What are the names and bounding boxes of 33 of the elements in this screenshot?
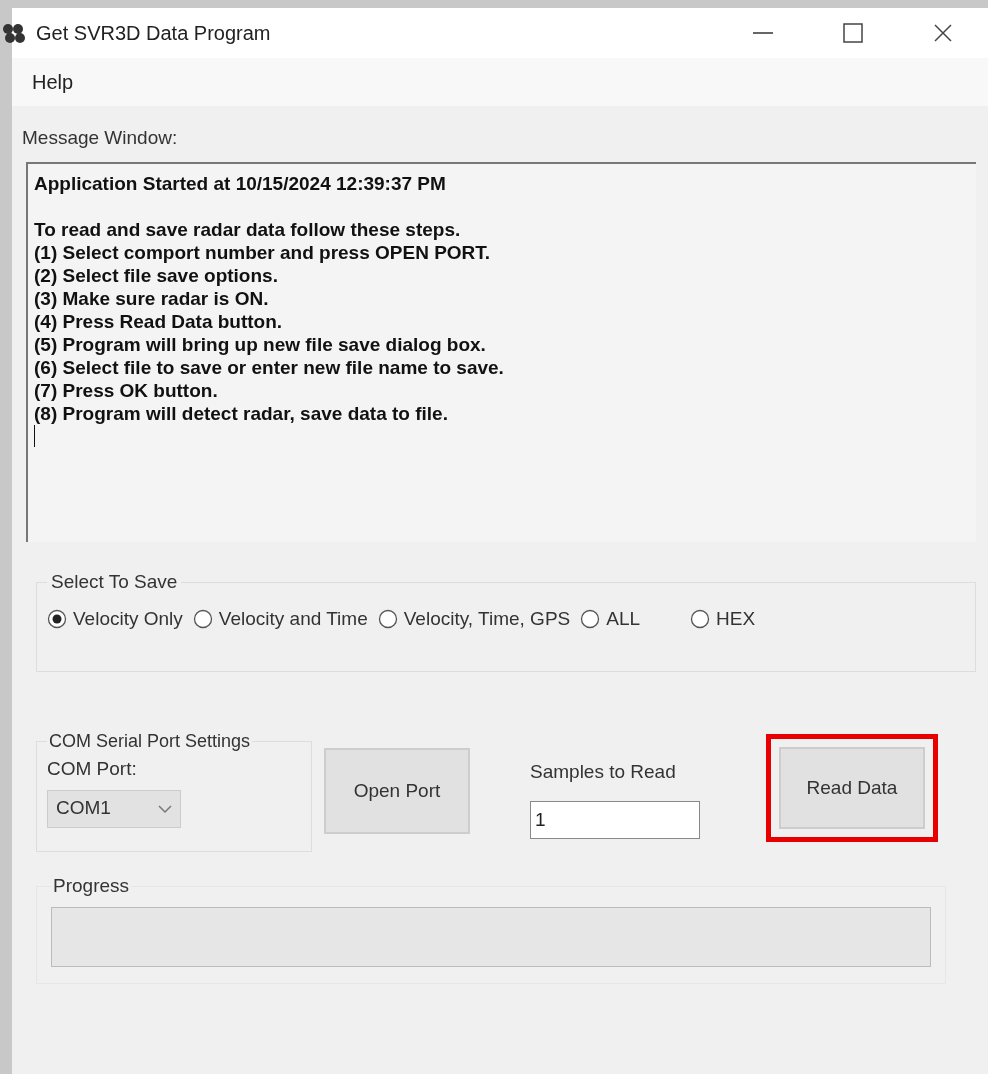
message-line: (1) Select comport number and press OPEN PORT.	[34, 241, 492, 264]
com-port-dropdown[interactable]: COM1	[47, 789, 181, 828]
minimize-icon	[753, 32, 773, 34]
group-title: Progress	[52, 874, 131, 898]
message-line: (5) Program will bring up new file save dialog box.	[34, 333, 487, 356]
app-icon	[2, 21, 28, 45]
radio-option[interactable]: Velocity and Time	[192, 604, 368, 633]
message-textbox[interactable]	[26, 162, 976, 542]
samples-label: Samples to Read	[530, 760, 677, 784]
radio-option[interactable]: HEX	[690, 604, 756, 633]
radio-option[interactable]: Velocity, Time, GPS	[377, 604, 571, 633]
group-title: Select To Save	[50, 570, 179, 594]
message-line: (7) Press OK button.	[34, 379, 219, 402]
message-line: (2) Select file save options.	[34, 264, 279, 287]
read-data-button[interactable]: Read Data	[779, 747, 925, 829]
message-line: Application Started at 10/15/2024 12:39:37 PM	[34, 172, 447, 195]
menu-item[interactable]: Help	[32, 67, 74, 97]
radio-option[interactable]: ALL	[580, 604, 641, 633]
message-line: (6) Select file to save or enter new file name to save.	[34, 356, 505, 379]
message-line: (8) Program will detect radar, save data to file.	[34, 402, 449, 425]
message-line: To read and save radar data follow these steps.	[34, 218, 462, 241]
window-title: Get SVR3D Data Program	[36, 21, 271, 46]
message-window-label: Message Window:	[22, 126, 179, 150]
radio-option[interactable]: Velocity Only	[47, 604, 183, 633]
message-line: (3) Make sure radar is ON.	[34, 287, 270, 310]
message-line: (4) Press Read Data button.	[34, 310, 284, 333]
samples-input[interactable]: 1	[530, 800, 700, 839]
com-port-label: COM Port:	[47, 757, 138, 781]
close-icon	[933, 23, 953, 43]
open-port-button[interactable]: Open Port	[324, 748, 470, 834]
maximize-icon	[843, 23, 863, 43]
group-title: COM Serial Port Settings	[48, 730, 252, 753]
chevron-down-icon	[158, 803, 172, 814]
